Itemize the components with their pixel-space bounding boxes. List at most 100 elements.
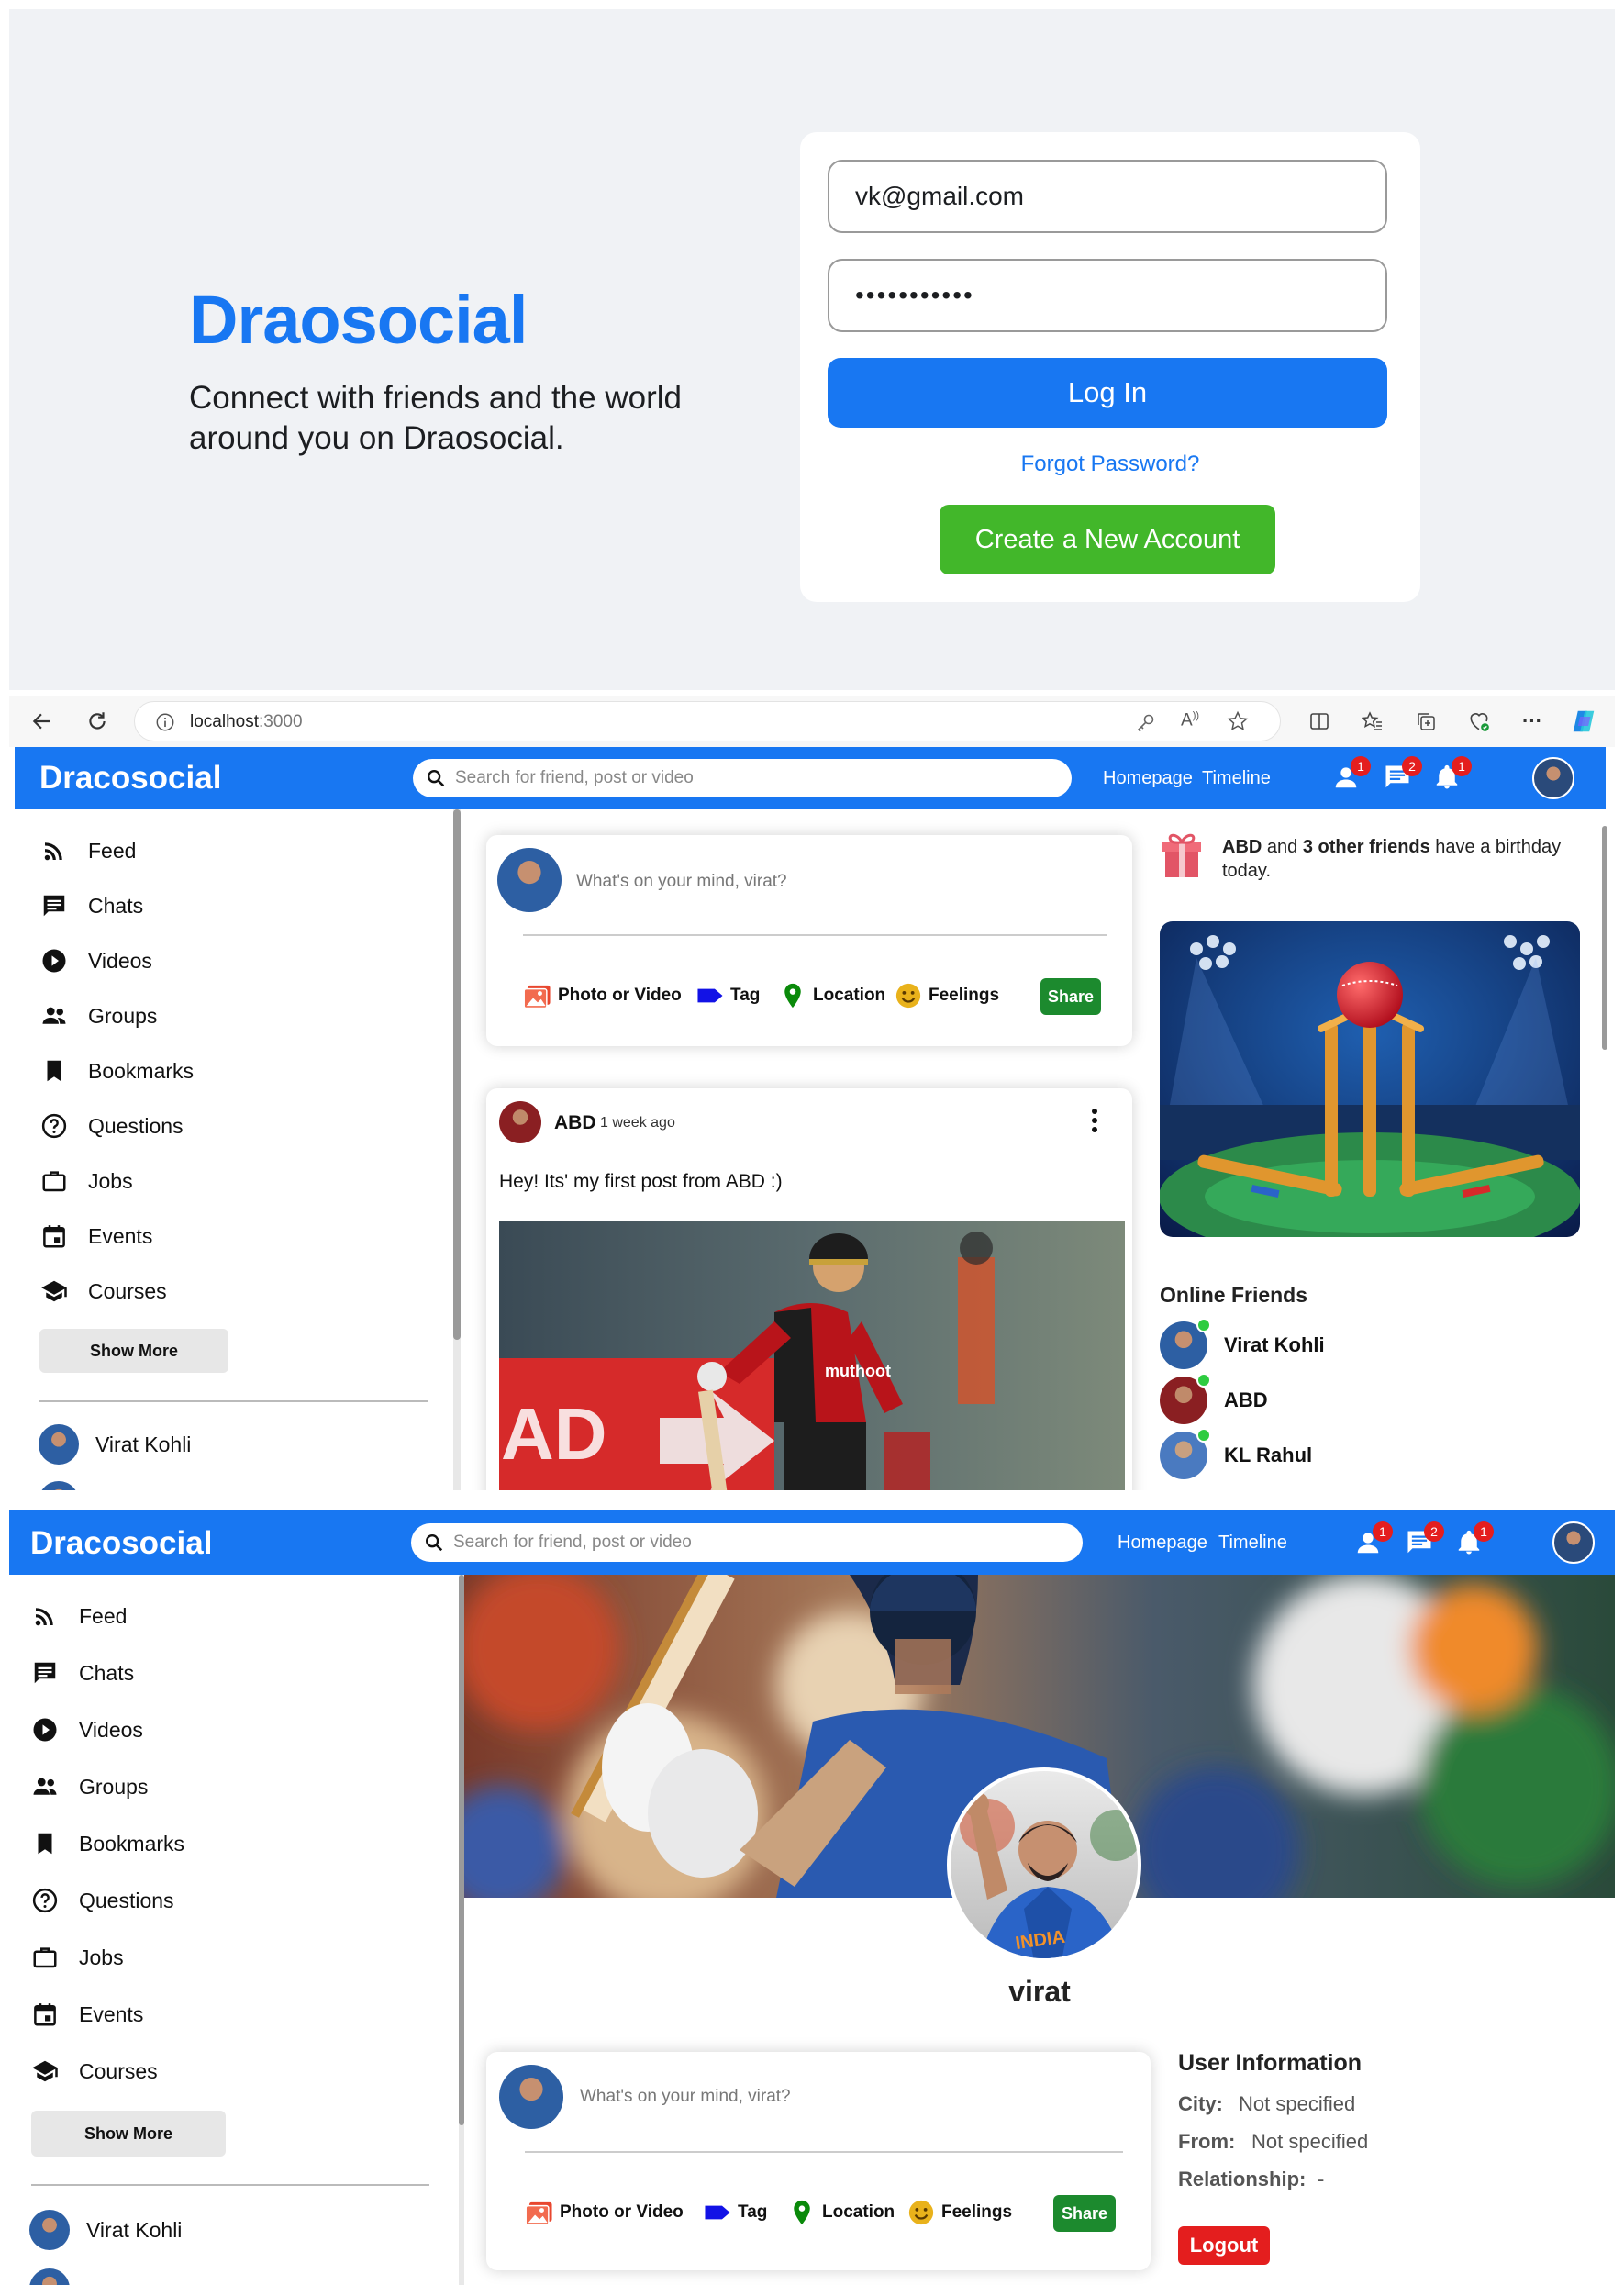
post-author-avatar[interactable]: [499, 1101, 541, 1143]
reload-icon[interactable]: [83, 707, 112, 736]
notifications-icon[interactable]: 1: [1455, 1521, 1494, 1560]
rss-feed-icon: [40, 837, 68, 864]
sidebar-item-courses[interactable]: Courses: [31, 2057, 158, 2085]
post-username[interactable]: ABD: [554, 1112, 596, 1134]
page-scrollbar-thumb[interactable]: [1602, 826, 1607, 1050]
sidebar-item-events[interactable]: Events: [31, 2001, 143, 2028]
sidebar-friend[interactable]: Virat Kohli: [39, 1424, 191, 1465]
sidebar-item-chats[interactable]: Chats: [31, 1659, 134, 1687]
share-button[interactable]: Share: [1053, 2195, 1116, 2232]
online-friend[interactable]: Virat Kohli: [1160, 1318, 1325, 1369]
sidebar-item-questions[interactable]: Questions: [40, 1112, 184, 1140]
share-option-tag[interactable]: Tag: [695, 982, 760, 1009]
address-bar[interactable]: localhost:3000 A)): [134, 701, 1281, 741]
sidebar-item-bookmarks[interactable]: Bookmarks: [40, 1057, 194, 1085]
help-circle-icon: [40, 1112, 68, 1140]
forgot-password-link[interactable]: Forgot Password?: [800, 451, 1420, 477]
share-input[interactable]: What's on your mind, virat?: [576, 872, 787, 892]
share-option-photo[interactable]: Photo or Video: [523, 982, 682, 1009]
sidebar-item-bookmarks[interactable]: Bookmarks: [31, 1830, 184, 1857]
share-button[interactable]: Share: [1040, 978, 1101, 1015]
email-input[interactable]: vk@gmail.com: [828, 160, 1387, 233]
browser-essentials-icon[interactable]: [1464, 707, 1494, 736]
more-vert-icon[interactable]: [1090, 1107, 1099, 1139]
sidebar-item-courses[interactable]: Courses: [40, 1277, 167, 1305]
sidebar-item-label: Groups: [88, 1003, 158, 1028]
sidebar-scrollbar-thumb[interactable]: [453, 809, 461, 1340]
sidebar-item-events[interactable]: Events: [40, 1222, 152, 1250]
sidebar-item-feed[interactable]: Feed: [31, 1602, 127, 1630]
read-aloud-icon[interactable]: A)): [1181, 710, 1199, 730]
profile-avatar[interactable]: [1552, 1521, 1595, 1564]
share-input[interactable]: What's on your mind, virat?: [580, 2087, 791, 2107]
sidebar-item-videos[interactable]: Videos: [31, 1716, 143, 1744]
profile-picture[interactable]: INDIA: [947, 1767, 1141, 1962]
timeline-link[interactable]: Timeline: [1202, 768, 1271, 789]
share-option-feelings[interactable]: Feelings: [894, 982, 999, 1009]
favorites-icon[interactable]: [1358, 707, 1387, 736]
show-more-button[interactable]: Show More: [31, 2111, 226, 2157]
share-avatar: [497, 848, 562, 912]
sidebar-item-feed[interactable]: Feed: [40, 837, 136, 864]
split-screen-icon[interactable]: [1305, 707, 1334, 736]
friend-request-icon[interactable]: 1: [1332, 756, 1371, 795]
login-button[interactable]: Log In: [828, 358, 1387, 428]
messages-icon[interactable]: 2: [1384, 756, 1422, 795]
messages-icon[interactable]: 2: [1406, 1521, 1444, 1560]
share-option-feelings[interactable]: Feelings: [907, 2199, 1012, 2226]
info-label-from: From:: [1178, 2130, 1236, 2153]
back-arrow-icon[interactable]: [28, 707, 57, 736]
sidebar-item-jobs[interactable]: Jobs: [40, 1167, 133, 1195]
sidebar-item-jobs[interactable]: Jobs: [31, 1944, 124, 1971]
create-account-button[interactable]: Create a New Account: [940, 505, 1275, 574]
homepage-link[interactable]: Homepage: [1103, 768, 1193, 789]
jersey-sponsor-text: muthoot: [825, 1362, 891, 1380]
share-option-photo[interactable]: Photo or Video: [525, 2199, 684, 2226]
share-option-location[interactable]: Location: [778, 982, 885, 1009]
topbar-logo[interactable]: Dracosocial: [30, 1525, 212, 1562]
notifications-icon[interactable]: 1: [1433, 756, 1472, 795]
online-friends-title: Online Friends: [1160, 1283, 1308, 1307]
share-option-tag[interactable]: Tag: [703, 2199, 767, 2226]
school-icon: [31, 2057, 59, 2085]
password-input[interactable]: •••••••••••: [828, 259, 1387, 332]
collections-icon[interactable]: [1411, 707, 1440, 736]
profile-avatar[interactable]: [1532, 757, 1574, 799]
birthday-ad-image[interactable]: [1160, 921, 1580, 1237]
friend-request-icon[interactable]: 1: [1354, 1521, 1393, 1560]
school-icon: [40, 1277, 68, 1305]
homepage-link[interactable]: Homepage: [1118, 1533, 1207, 1554]
post-image[interactable]: AD muthoot: [499, 1221, 1125, 1510]
birthday-others: 3 other friends: [1302, 837, 1430, 857]
timeline-link[interactable]: Timeline: [1218, 1533, 1287, 1554]
event-icon: [40, 1222, 68, 1250]
favorite-star-icon[interactable]: [1227, 710, 1249, 737]
sidebar-friend[interactable]: Virat Kohli: [29, 2210, 182, 2250]
login-card: vk@gmail.com ••••••••••• Log In Forgot P…: [800, 132, 1420, 602]
info-icon[interactable]: [155, 712, 175, 737]
search-bar[interactable]: Search for friend, post or video: [413, 759, 1072, 797]
copilot-icon[interactable]: [1569, 707, 1598, 736]
sidebar-item-questions[interactable]: Questions: [31, 1887, 174, 1914]
feelings-icon: [907, 2199, 936, 2226]
logout-button[interactable]: Logout: [1178, 2226, 1270, 2265]
share-option-label: Feelings: [929, 986, 1000, 1005]
search-icon: [426, 768, 446, 788]
sidebar-item-chats[interactable]: Chats: [40, 892, 143, 920]
topbar-logo[interactable]: Dracosocial: [39, 760, 221, 797]
share-option-location[interactable]: Location: [787, 2199, 895, 2226]
sidebar-item-videos[interactable]: Videos: [40, 947, 152, 975]
friend-avatar: [29, 2210, 70, 2250]
online-friend[interactable]: ABD: [1160, 1373, 1268, 1424]
share-divider: [525, 2151, 1123, 2153]
online-status-dot: [1196, 1318, 1211, 1332]
search-bar[interactable]: Search for friend, post or video: [411, 1523, 1083, 1562]
sidebar-item-label: Events: [88, 1223, 153, 1248]
online-friend[interactable]: KL Rahul: [1160, 1428, 1312, 1479]
key-icon[interactable]: [1135, 711, 1157, 738]
more-options-icon[interactable]: ···: [1518, 707, 1547, 736]
sidebar-item-groups[interactable]: Groups: [40, 1002, 157, 1030]
sidebar-item-groups[interactable]: Groups: [31, 1773, 148, 1800]
share-box: What's on your mind, virat? Photo or Vid…: [486, 2052, 1151, 2270]
show-more-button[interactable]: Show More: [39, 1329, 228, 1373]
